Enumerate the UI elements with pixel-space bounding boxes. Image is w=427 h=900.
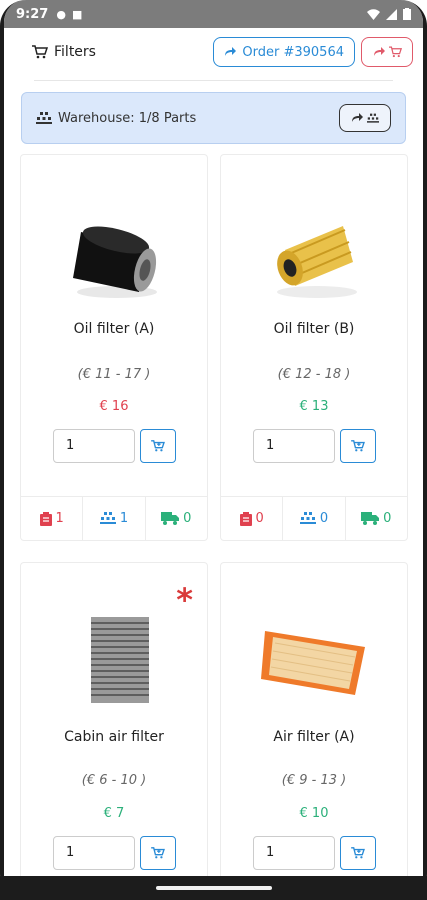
stat-clipboard: 1: [21, 497, 84, 540]
pallet-icon: [99, 512, 116, 524]
truck-icon: [161, 512, 180, 525]
product-price: € 16: [99, 399, 129, 414]
product-name: Oil filter (A): [73, 321, 155, 337]
stat-clipboard: 0: [221, 497, 284, 540]
status-bar: 9:27 ● ■: [4, 0, 423, 28]
add-to-cart-button[interactable]: [140, 429, 176, 463]
stat-truck: 0: [146, 497, 207, 540]
product-price: € 10: [299, 806, 329, 821]
clipboard-icon: [39, 511, 52, 526]
stat-pallet-value: 0: [319, 511, 329, 526]
stock-stats: 0 0 0: [221, 496, 407, 540]
quantity-input[interactable]: 1: [53, 836, 135, 870]
top-toolbar: Filters Order #390564: [14, 34, 413, 70]
stat-pallet: 0: [283, 497, 346, 540]
stat-clipboard-value: 0: [255, 511, 264, 526]
app-screen: 9:27 ● ■ Filters Order #390564 Warehouse…: [4, 0, 423, 876]
add-to-cart-button[interactable]: [340, 429, 376, 463]
share-arrow-icon: [352, 113, 363, 122]
filters-label: Filters: [54, 44, 96, 60]
price-range: (€ 6 - 10 ): [81, 773, 147, 788]
status-time: 9:27: [16, 6, 49, 22]
add-to-cart-button[interactable]: [340, 836, 376, 870]
share-cart-button[interactable]: [361, 37, 413, 67]
stock-stats: 1 1 0: [21, 496, 207, 540]
pallet-icon: [299, 512, 316, 524]
product-name: Cabin air filter: [64, 729, 164, 745]
stat-pallet-value: 1: [119, 511, 129, 526]
share-arrow-icon: [373, 47, 385, 56]
warehouse-share-button[interactable]: [339, 104, 391, 132]
wifi-icon: [367, 8, 380, 20]
sim-icon: ■: [71, 7, 83, 21]
cart-icon: [151, 847, 165, 859]
quantity-input[interactable]: 1: [253, 429, 335, 463]
product-price: € 13: [299, 399, 329, 414]
product-name: Oil filter (B): [273, 321, 355, 337]
oil-filter-image: [277, 226, 357, 298]
price-range: (€ 11 - 17 ): [77, 367, 151, 382]
divider: [34, 80, 393, 81]
required-marker: *: [176, 581, 193, 619]
quantity-input[interactable]: 1: [253, 836, 335, 870]
cart-icon: [32, 45, 48, 59]
cabin-air-filter-image: [91, 617, 149, 703]
cart-icon: [151, 440, 165, 452]
product-card[interactable]: Oil filter (A) (€ 11 - 17 ) € 16 1 1 1 0: [20, 154, 208, 541]
home-indicator[interactable]: [156, 886, 272, 890]
stat-truck-value: 0: [183, 511, 192, 526]
quantity-input[interactable]: 1: [53, 429, 135, 463]
stat-clipboard-value: 1: [55, 511, 64, 526]
oil-filter-image: [73, 226, 157, 298]
phone-frame: 9:27 ● ■ Filters Order #390564 Warehouse…: [0, 0, 427, 900]
stat-truck-value: 0: [383, 511, 392, 526]
product-card[interactable]: * Cabin air filter (€ 6 - 10 ) € 7 1: [20, 562, 208, 876]
product-price: € 7: [103, 806, 125, 821]
price-range: (€ 9 - 13 ): [281, 773, 347, 788]
message-icon: ●: [56, 7, 66, 21]
warehouse-icon: [367, 113, 379, 123]
share-arrow-icon: [225, 47, 237, 56]
warehouse-icon: [36, 111, 52, 124]
warehouse-label: Warehouse: 1/8 Parts: [58, 110, 197, 126]
product-card[interactable]: Oil filter (B) (€ 12 - 18 ) € 13 1 0 0 0: [220, 154, 408, 541]
truck-icon: [361, 512, 380, 525]
order-button[interactable]: Order #390564: [213, 37, 355, 67]
stat-truck: 0: [346, 497, 407, 540]
warehouse-banner: Warehouse: 1/8 Parts: [21, 92, 406, 144]
cart-icon: [388, 46, 402, 58]
order-label: Order #390564: [242, 44, 344, 60]
clipboard-icon: [239, 511, 252, 526]
product-card[interactable]: Air filter (A) (€ 9 - 13 ) € 10 1: [220, 562, 408, 876]
product-name: Air filter (A): [273, 729, 355, 745]
signal-icon: [386, 8, 397, 20]
air-filter-image: [261, 631, 365, 695]
cart-icon: [351, 440, 365, 452]
system-nav-bar: [0, 876, 427, 900]
filters-button[interactable]: Filters: [14, 44, 96, 60]
add-to-cart-button[interactable]: [140, 836, 176, 870]
battery-icon: [403, 8, 411, 20]
price-range: (€ 12 - 18 ): [277, 367, 351, 382]
stat-pallet: 1: [83, 497, 146, 540]
cart-icon: [351, 847, 365, 859]
